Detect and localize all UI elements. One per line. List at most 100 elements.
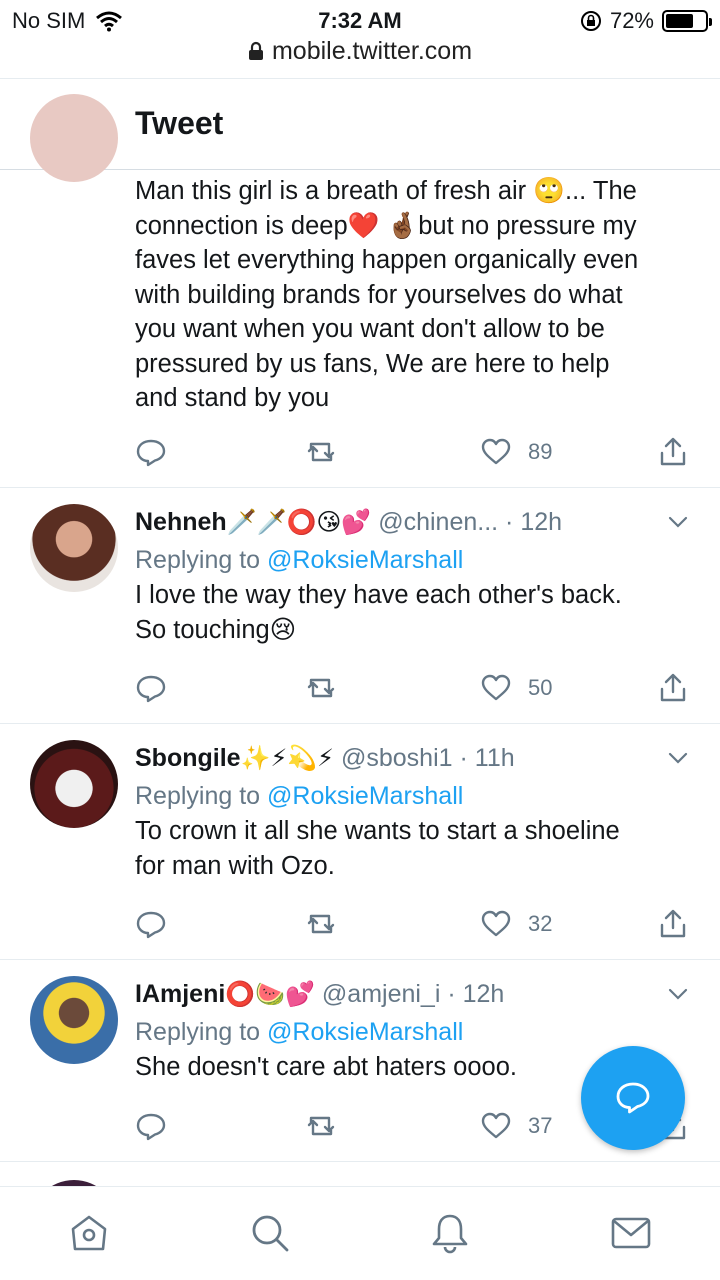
orientation-lock-icon: [580, 11, 601, 31]
share-icon: [660, 673, 686, 702]
replying-to-link[interactable]: @RoksieMarshall: [267, 782, 463, 810]
reply-tweet[interactable]: Sbongile✨⚡💫⚡ @sboshi1 · 11h Replying to …: [0, 724, 720, 960]
tweet-text: I love the way they have each other's ba…: [135, 578, 700, 647]
replying-to: Replying to @RoksieMarshall: [135, 1014, 700, 1050]
status-right: 72%: [580, 8, 712, 34]
like-button[interactable]: 89: [480, 432, 552, 472]
chevron-down-icon[interactable]: [666, 746, 690, 770]
tweet-text-line: pressured by us fans, We are here to hel…: [135, 349, 610, 378]
home-icon[interactable]: [67, 1211, 111, 1255]
compose-reply-icon: [616, 1082, 650, 1114]
page-title: Tweet: [135, 105, 224, 141]
tweet-meta: Sbongile✨⚡💫⚡ @sboshi1 · 11h: [135, 740, 700, 776]
comment-icon: [136, 675, 166, 703]
retweet-button[interactable]: [305, 668, 337, 708]
like-count: 50: [528, 675, 553, 700]
author-name-emoji: ⭕🍉💕: [225, 981, 315, 1008]
avatar[interactable]: [30, 504, 118, 592]
like-button[interactable]: 37: [480, 1106, 552, 1146]
tweet-feed: Man this girl is a breath of fresh air 🙄…: [0, 94, 720, 1192]
separator-dot: ·: [459, 744, 468, 772]
share-button[interactable]: [657, 432, 689, 472]
tweet-age[interactable]: 12h: [463, 980, 505, 1008]
like-button[interactable]: 50: [480, 668, 552, 708]
comment-icon: [136, 1113, 166, 1141]
comment-icon: [136, 439, 166, 467]
tweet-text-line: So touching😢: [135, 615, 297, 644]
tweet-text-line: faves let everything happen organically …: [135, 246, 639, 274]
replying-to: Replying to @RoksieMarshall: [135, 542, 700, 578]
retweet-icon: [307, 442, 335, 462]
author-handle[interactable]: @sboshi1: [341, 744, 453, 772]
heart-icon: [481, 438, 511, 465]
like-count: 32: [528, 911, 553, 936]
tweet-text-line: Man this girl is a breath of fresh air 🙄…: [135, 177, 637, 205]
lock-icon: [248, 42, 263, 61]
replying-to-prefix: Replying to: [135, 782, 268, 810]
tweet-text-line: and stand by you: [135, 384, 330, 412]
author-name[interactable]: IAmjeni: [135, 980, 225, 1008]
status-bar: No SIM 7:32 AM 72%: [0, 0, 720, 40]
tweet-text: Man this girl is a breath of fresh air 🙄…: [135, 174, 700, 416]
retweet-icon: [307, 1116, 335, 1136]
bottom-tab-bar: [0, 1186, 720, 1280]
tweet-text-line: for man with Ozo.: [135, 851, 335, 880]
tweet-text-line: you want when you want don't allow to be: [135, 315, 605, 343]
battery-fill: [666, 14, 694, 28]
reply-button[interactable]: [135, 1106, 167, 1146]
tweet-text-line: To crown it all she wants to start a sho…: [135, 817, 620, 845]
reply-button[interactable]: [135, 668, 167, 708]
like-button[interactable]: 32: [480, 904, 552, 944]
replying-to-link[interactable]: @RoksieMarshall: [267, 1018, 463, 1046]
separator-dot: ·: [447, 980, 456, 1008]
replying-to-prefix: Replying to: [135, 1018, 268, 1046]
tweet-text-line: I love the way they have each other's ba…: [135, 581, 622, 609]
like-count: 37: [528, 1113, 553, 1138]
reply-button[interactable]: [135, 432, 167, 472]
author-name-emoji: ✨⚡💫⚡: [240, 745, 335, 772]
author-handle[interactable]: @amjeni_i: [322, 980, 440, 1008]
retweet-button[interactable]: [305, 904, 337, 944]
notifications-icon[interactable]: [428, 1211, 472, 1255]
tweet-age[interactable]: 11h: [475, 744, 515, 772]
tweet-text-line: with building brands for yourselves do w…: [135, 280, 623, 309]
author-name[interactable]: Sbongile: [135, 744, 241, 772]
avatar[interactable]: [30, 740, 118, 828]
author-name[interactable]: Nehneh: [135, 508, 227, 536]
retweet-button[interactable]: [305, 1106, 337, 1146]
replying-to-prefix: Replying to: [135, 546, 268, 574]
author-handle[interactable]: @chinen...: [378, 508, 498, 536]
like-count: 89: [528, 439, 553, 464]
retweet-button[interactable]: [305, 432, 337, 472]
tweet-actions: 32: [135, 904, 695, 944]
author-name-emoji: 🗡️🗡️⭕😘💕: [226, 509, 372, 536]
tweet-meta: Nehneh🗡️🗡️⭕😘💕 @chinen... · 12h: [135, 504, 700, 540]
battery-icon: [662, 10, 712, 32]
compose-reply-button[interactable]: [581, 1046, 685, 1150]
retweet-icon: [307, 678, 335, 698]
share-icon: [660, 909, 686, 938]
tweet-actions: 89: [135, 432, 695, 472]
heart-icon: [481, 674, 511, 701]
separator-dot: ·: [505, 508, 514, 536]
replying-to-link[interactable]: @RoksieMarshall: [267, 546, 463, 574]
reply-button[interactable]: [135, 904, 167, 944]
messages-icon[interactable]: [609, 1211, 653, 1255]
tweet-text-line: connection is deep❤️ 🤞🏾but no pressure m…: [135, 211, 637, 240]
retweet-icon: [307, 914, 335, 934]
browser-url-bar[interactable]: mobile.twitter.com: [0, 36, 720, 76]
chevron-down-icon[interactable]: [666, 510, 690, 534]
chevron-down-icon[interactable]: [666, 982, 690, 1006]
reply-tweet[interactable]: Nehneh🗡️🗡️⭕😘💕 @chinen... · 12h Replying …: [0, 488, 720, 724]
avatar[interactable]: [30, 976, 118, 1064]
share-button[interactable]: [657, 904, 689, 944]
heart-icon: [481, 910, 511, 937]
search-icon[interactable]: [248, 1211, 292, 1255]
replying-to: Replying to @RoksieMarshall: [135, 778, 700, 814]
avatar[interactable]: [30, 94, 118, 182]
main-tweet[interactable]: Man this girl is a breath of fresh air 🙄…: [0, 94, 720, 488]
share-button[interactable]: [657, 668, 689, 708]
url-text: mobile.twitter.com: [271, 36, 473, 65]
tweet-age[interactable]: 12h: [520, 508, 562, 536]
share-icon: [660, 437, 686, 466]
